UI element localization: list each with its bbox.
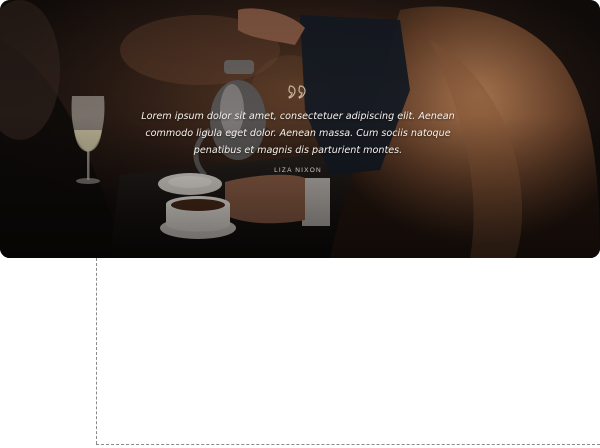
page: Lorem ipsum dolor sit amet, consectetuer… [0,0,600,448]
testimonial-content: Lorem ipsum dolor sit amet, consectetuer… [140,80,456,174]
testimonial-banner[interactable]: Lorem ipsum dolor sit amet, consectetuer… [0,0,600,258]
quote-mark-icon [288,85,306,99]
drop-zone-guide-bottom [96,444,600,445]
testimonial-quote: Lorem ipsum dolor sit amet, consectetuer… [141,111,455,156]
drop-zone-guide-left [96,258,97,444]
testimonial-author: LIZA NIXON [274,167,322,174]
